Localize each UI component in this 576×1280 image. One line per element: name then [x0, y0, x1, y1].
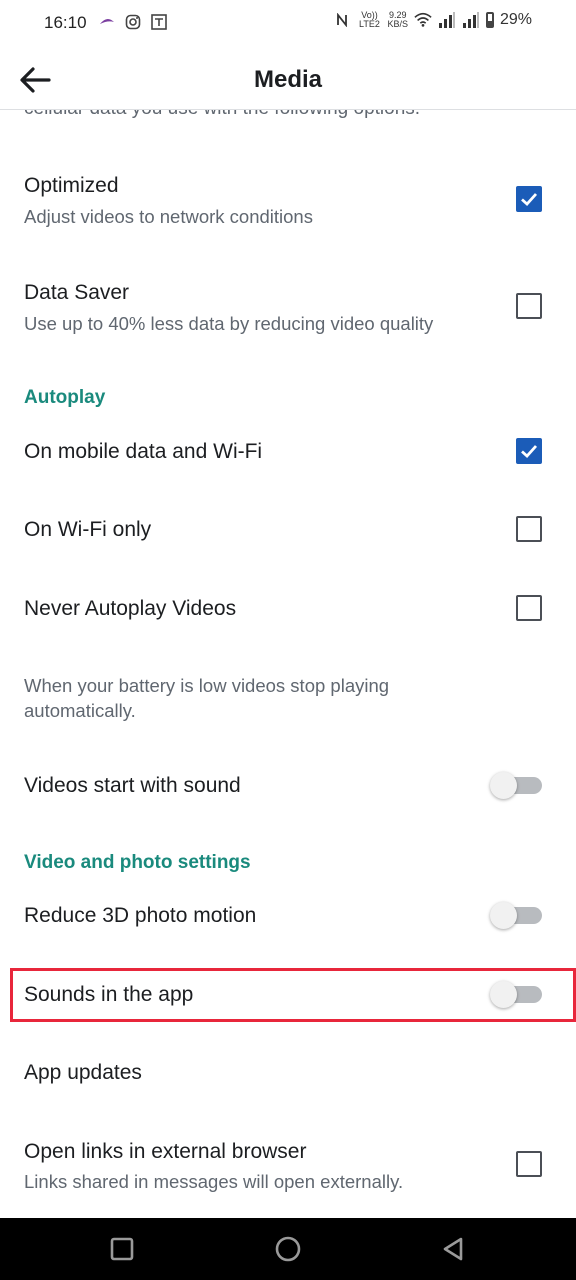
home-button[interactable]: [273, 1234, 303, 1264]
signal-icon: [438, 11, 456, 29]
instagram-icon: [124, 13, 142, 31]
battery-icon: [485, 12, 494, 28]
data-saver-checkbox[interactable]: [516, 293, 542, 319]
autoplay-option-row[interactable]: Never Autoplay Videos: [0, 585, 576, 635]
app-updates-label: App updates: [24, 1061, 142, 1084]
net-speed: 9.29 KB/S: [387, 11, 408, 29]
system-nav-bar: [0, 1218, 576, 1280]
reduce-3d-row[interactable]: Reduce 3D photo motion: [0, 894, 576, 938]
battery-percent: 29%: [499, 11, 532, 28]
toggle-knob: [490, 772, 517, 799]
status-bar: 16:10 Vo)) LTE2 9.29 KB/S 29%: [0, 0, 576, 48]
back-nav-button[interactable]: [438, 1234, 468, 1264]
settings-list[interactable]: cellular data you use with the following…: [0, 48, 576, 1218]
app-updates-row[interactable]: App updates: [0, 1051, 576, 1095]
videos-sound-label: Videos start with sound: [24, 774, 241, 797]
data-saver-subtitle: Use up to 40% less data by reducing vide…: [24, 313, 434, 334]
autoplay-option-row[interactable]: On mobile data and Wi-Fi: [0, 428, 576, 478]
autoplay-wifi-only-checkbox[interactable]: [516, 516, 542, 542]
volte-label: Vo)) LTE2: [359, 10, 380, 29]
notification-icon: [98, 13, 116, 31]
optimized-label: Optimized: [24, 174, 119, 197]
app-icon: [150, 13, 168, 31]
open-links-row[interactable]: Open links in external browser Links sha…: [0, 1134, 576, 1204]
autoplay-never-checkbox[interactable]: [516, 595, 542, 621]
notification-icons: [98, 13, 168, 31]
toggle-knob: [490, 902, 517, 929]
optimized-subtitle: Adjust videos to network conditions: [24, 206, 313, 227]
autoplay-mobile-wifi-checkbox[interactable]: [516, 438, 542, 464]
reduce-3d-label: Reduce 3D photo motion: [24, 904, 257, 927]
open-links-label: Open links in external browser: [24, 1140, 307, 1163]
highlight-box: [10, 968, 576, 1022]
autoplay-option-label: Never Autoplay Videos: [24, 597, 237, 620]
optimized-row[interactable]: Optimized Adjust videos to network condi…: [0, 168, 576, 258]
autoplay-option-row[interactable]: On Wi-Fi only: [0, 506, 576, 556]
signal-icon: [462, 11, 480, 29]
data-saver-label: Data Saver: [24, 281, 130, 304]
optimized-checkbox[interactable]: [516, 186, 542, 212]
back-triangle-icon: [443, 1237, 463, 1261]
videos-sound-toggle[interactable]: [490, 770, 544, 800]
nfc-icon: [333, 11, 351, 29]
recent-apps-button[interactable]: [107, 1234, 137, 1264]
reduce-3d-toggle[interactable]: [490, 900, 544, 930]
data-saver-row[interactable]: Data Saver Use up to 40% less data by re…: [0, 275, 576, 365]
section-header-video-photo: Video and photo settings: [24, 852, 251, 873]
autoplay-option-label: On mobile data and Wi-Fi: [24, 440, 263, 463]
app-header: Media: [0, 48, 576, 110]
page-title: Media: [253, 66, 322, 93]
home-icon: [275, 1236, 301, 1262]
recent-apps-icon: [110, 1237, 134, 1261]
net-speed-unit: KB/S: [387, 19, 408, 29]
open-links-checkbox[interactable]: [516, 1151, 542, 1177]
autoplay-option-label: On Wi-Fi only: [24, 518, 152, 541]
status-right-icons: Vo)) LTE2 9.29 KB/S 29%: [333, 11, 532, 29]
videos-sound-row[interactable]: Videos start with sound: [0, 764, 576, 808]
open-links-subtitle: Links shared in messages will open exter…: [24, 1171, 404, 1192]
status-time: 16:10: [44, 13, 87, 32]
wifi-icon: [414, 11, 432, 29]
battery-note: When your battery is low videos stop pla…: [24, 675, 390, 721]
section-header-autoplay: Autoplay: [24, 387, 106, 408]
